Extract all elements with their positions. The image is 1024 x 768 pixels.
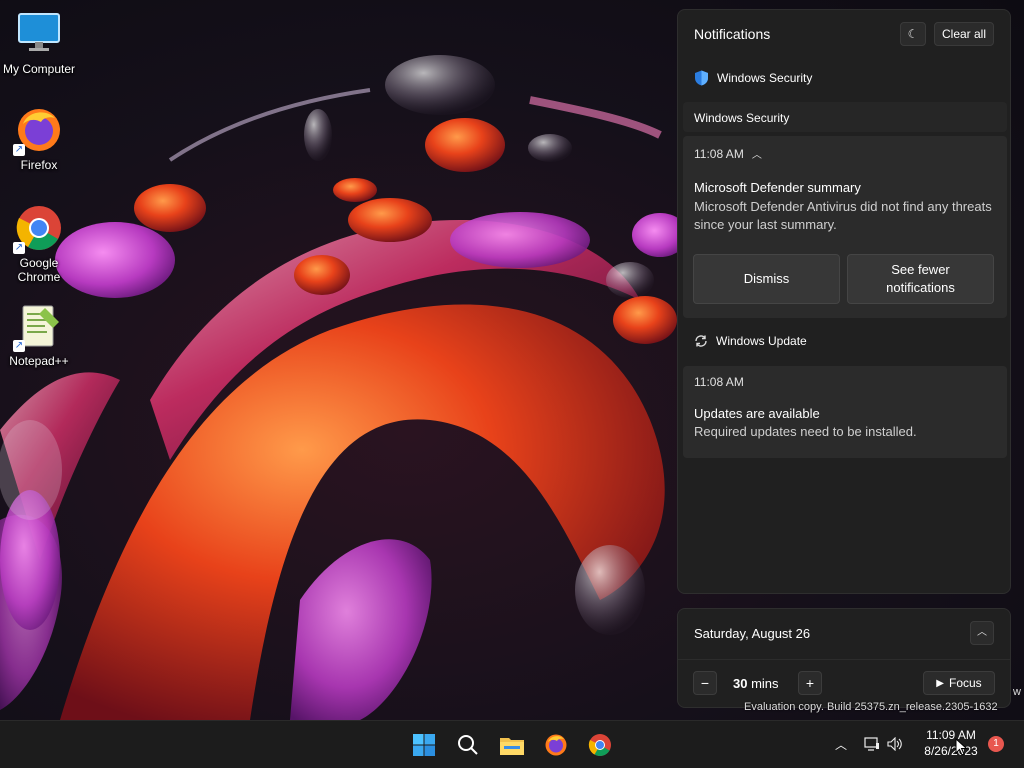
focus-button-label: Focus	[949, 676, 982, 690]
focus-button[interactable]: ▶ Focus	[923, 671, 995, 695]
do-not-disturb-button[interactable]: ☾	[900, 22, 926, 46]
volume-icon	[887, 737, 902, 751]
notification-count-badge[interactable]: 1	[988, 736, 1004, 752]
notification-card-update[interactable]: 11:08 AM Updates are available Required …	[683, 366, 1007, 458]
app-group-name: Windows Update	[716, 334, 807, 348]
taskbar: ︿ 11:09 AM 8/26/2023 1	[0, 720, 1024, 768]
notification-title: Updates are available	[694, 406, 820, 421]
focus-increase-button[interactable]: +	[798, 671, 822, 695]
sync-icon	[695, 335, 707, 347]
notification-group-title: Windows Security	[694, 111, 790, 125]
shortcut-arrow-icon: ↗	[13, 242, 25, 254]
notification-body: Microsoft Defender Antivirus did not fin…	[694, 199, 992, 232]
desktop-icon-firefox[interactable]: ↗ Firefox	[0, 106, 78, 172]
network-button[interactable]	[863, 735, 881, 753]
divider	[678, 659, 1010, 660]
focus-duration-unit: mins	[751, 676, 779, 691]
focus-duration: 30 mins	[733, 676, 779, 691]
start-button[interactable]	[408, 729, 440, 761]
show-hidden-icons-button[interactable]: ︿	[832, 735, 850, 753]
taskbar-firefox[interactable]	[540, 729, 572, 761]
notification-time: 11:08 AM	[694, 375, 744, 389]
calendar-focus-panel: Saturday, August 26 ︿ − 30 mins + ▶ Focu…	[677, 608, 1011, 708]
chevron-up-icon: ︿	[977, 627, 987, 638]
taskbar-search-button[interactable]	[452, 729, 484, 761]
evaluation-watermark: Evaluation copy. Build 25375.zn_release.…	[744, 701, 998, 713]
do-not-disturb-icon: ☾	[907, 27, 919, 41]
taskbar-chrome[interactable]	[584, 729, 616, 761]
shortcut-arrow-icon: ↗	[13, 340, 25, 352]
app-group-header-windows-update[interactable]: Windows Update	[694, 334, 807, 348]
desktop-icon-label: Notepad++	[9, 354, 69, 368]
shield-icon	[695, 70, 708, 86]
notification-time: 11:08 AM	[694, 146, 744, 161]
folder-icon	[500, 738, 524, 755]
chrome-icon: ↗	[13, 204, 63, 254]
notepadpp-icon: ↗	[13, 302, 63, 352]
see-fewer-notifications-button[interactable]: See fewer notifications	[847, 254, 994, 304]
collapse-calendar-button[interactable]: ︿	[970, 621, 994, 645]
desktop-icon-label: Google Chrome	[17, 256, 61, 284]
play-icon: ▶	[936, 677, 944, 689]
notification-card-defender[interactable]: 11:08 AM ︿ Microsoft Defender summary Mi…	[683, 136, 1007, 318]
chevron-up-icon[interactable]: ︿	[752, 146, 762, 161]
monitor-icon	[15, 10, 63, 58]
app-group-header-windows-security[interactable]: Windows Security	[694, 70, 812, 86]
shortcut-arrow-icon: ↗	[13, 144, 25, 156]
firefox-icon: ↗	[13, 106, 63, 156]
clock-time: 11:09 AM	[926, 728, 976, 742]
chevron-up-icon: ︿	[834, 737, 847, 752]
network-icon	[864, 737, 879, 751]
notification-group-title-bar: Windows Security	[683, 102, 1007, 132]
calendar-date[interactable]: Saturday, August 26	[694, 626, 810, 641]
desktop-icon-notepadpp[interactable]: ↗ Notepad++	[0, 302, 78, 368]
mouse-cursor-icon	[955, 738, 968, 756]
notification-title: Microsoft Defender summary	[694, 180, 861, 195]
taskbar-clock[interactable]: 11:09 AM 8/26/2023	[916, 727, 986, 759]
clear-all-button[interactable]: Clear all	[934, 22, 994, 46]
desktop-icon-chrome[interactable]: ↗ Google Chrome	[0, 204, 78, 284]
notification-center: Notifications ☾ Clear all Windows Securi…	[677, 9, 1011, 594]
search-icon	[458, 735, 478, 755]
minus-icon: −	[700, 675, 710, 691]
volume-button[interactable]	[886, 735, 904, 753]
notification-body: Required updates need to be installed.	[694, 424, 917, 439]
start-icon	[413, 734, 435, 756]
app-group-name: Windows Security	[717, 71, 813, 85]
clock-date: 8/26/2023	[924, 744, 978, 758]
chrome-icon	[588, 734, 611, 756]
focus-decrease-button[interactable]: −	[693, 671, 717, 695]
focus-duration-value: 30	[733, 676, 748, 691]
firefox-icon	[545, 734, 567, 756]
plus-icon: +	[805, 675, 815, 691]
dismiss-button[interactable]: Dismiss	[693, 254, 840, 304]
desktop-icon-label: My Computer	[2, 62, 76, 76]
notifications-title: Notifications	[694, 26, 771, 42]
watermark-fragment: w	[1013, 686, 1021, 698]
desktop-icon-label: Firefox	[20, 158, 58, 172]
taskbar-file-explorer[interactable]	[496, 729, 528, 761]
desktop-icon-my-computer[interactable]: My Computer	[0, 10, 78, 76]
